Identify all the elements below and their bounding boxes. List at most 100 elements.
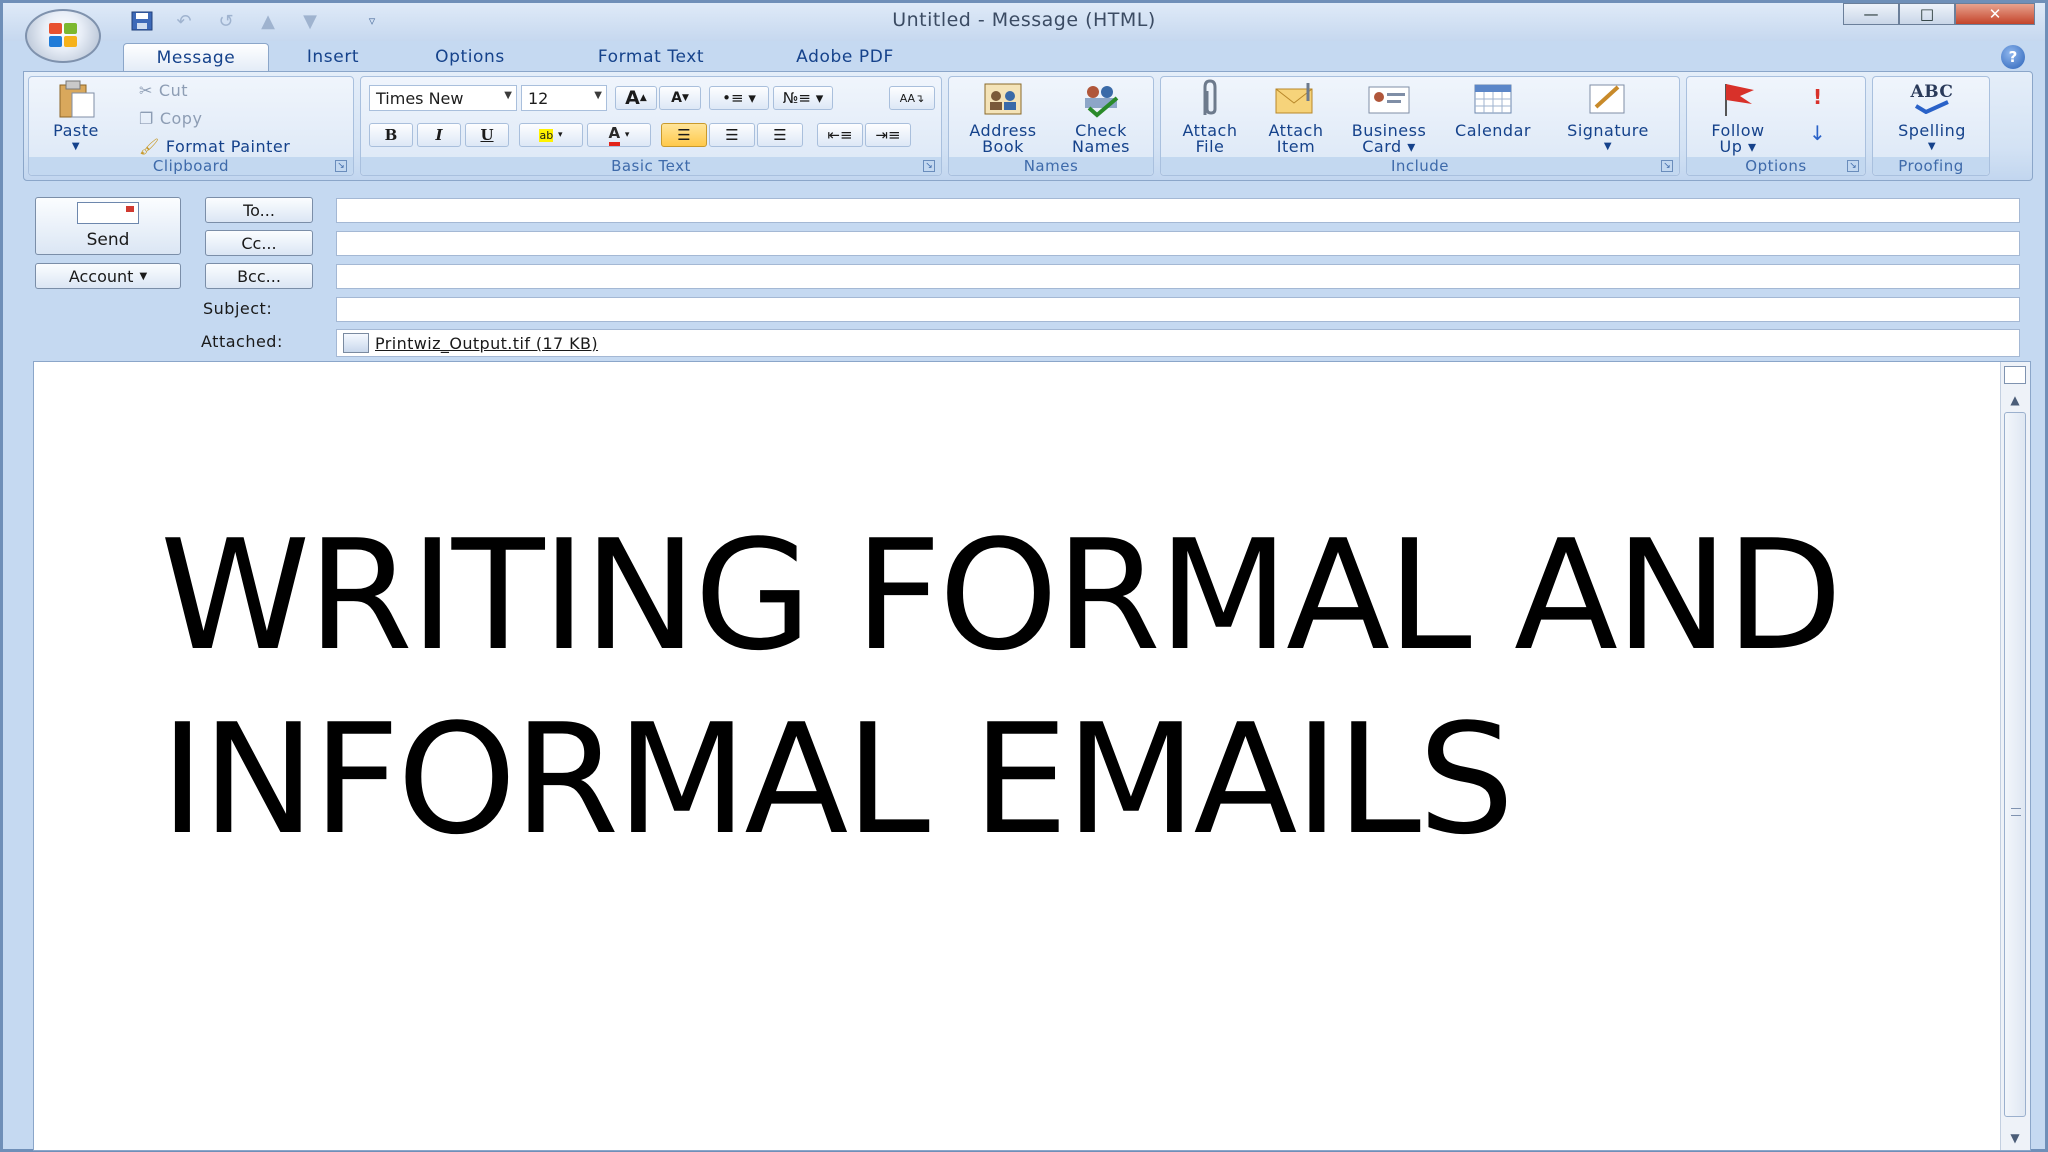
view-ruler-icon[interactable] (2004, 366, 2026, 384)
styles-button[interactable]: AA↴ (889, 86, 935, 110)
font-color-button[interactable]: A ▾ (587, 123, 651, 147)
calendar-button[interactable]: Calendar (1445, 79, 1541, 139)
tab-format-text[interactable]: Format Text (569, 43, 733, 71)
font-name-value: Times New (376, 88, 464, 108)
tab-options[interactable]: Options (409, 43, 531, 71)
paste-button[interactable]: Paste ▼ (41, 79, 111, 155)
copy-label: Copy (159, 109, 203, 128)
align-left-button[interactable]: ☰ (661, 123, 707, 147)
spelling-dropdown-arrow[interactable]: ▼ (1928, 139, 1936, 155)
align-left-icon: ☰ (677, 126, 691, 144)
headline-line-2: INFORMAL EMAILS (160, 691, 1514, 868)
help-icon[interactable]: ? (2001, 45, 2025, 69)
paintbrush-icon: 🖌 (139, 137, 160, 156)
bcc-button[interactable]: Bcc... (205, 263, 313, 289)
names-group: Address Book Check Names Names (948, 76, 1154, 176)
cut-button[interactable]: ✂ Cut (139, 81, 188, 100)
high-importance-button[interactable]: ! (1813, 85, 1823, 109)
window-title: Untitled - Message (HTML) (892, 9, 1156, 31)
tab-insert[interactable]: Insert (285, 43, 381, 71)
attachment-link[interactable]: Printwiz_Output.tif (17 KB) (375, 334, 598, 353)
basic-text-dialog-launcher-icon[interactable]: ↘ (923, 160, 935, 172)
tab-adobe-pdf[interactable]: Adobe PDF (763, 43, 927, 71)
decrease-indent-button[interactable]: ⇤≡ (817, 123, 863, 147)
increase-indent-button[interactable]: ⇥≡ (865, 123, 911, 147)
basic-text-group-label: Basic Text (361, 157, 941, 175)
options-dialog-launcher-icon[interactable]: ↘ (1847, 160, 1859, 172)
cc-field[interactable] (336, 231, 2020, 256)
business-card-button[interactable]: Business Card ▾ (1341, 79, 1437, 155)
to-field[interactable] (336, 198, 2020, 223)
tif-file-icon (343, 333, 369, 353)
bold-button[interactable]: B (369, 123, 413, 147)
paste-dropdown-arrow[interactable]: ▼ (72, 139, 80, 155)
subject-field[interactable] (336, 297, 2020, 322)
account-button[interactable]: Account ▼ (35, 263, 181, 289)
attachment-field: Printwiz_Output.tif (17 KB) (336, 329, 2020, 357)
clipboard-dialog-launcher-icon[interactable]: ↘ (335, 160, 347, 172)
italic-button[interactable]: I (417, 123, 461, 147)
send-button[interactable]: Send (35, 197, 181, 255)
names-group-label: Names (949, 157, 1153, 175)
font-size-combo[interactable]: 12 ▼ (521, 85, 607, 111)
grow-font-button[interactable]: A ▲ (615, 86, 657, 110)
numbering-button[interactable]: №≡ ▾ (773, 86, 833, 110)
signature-button[interactable]: Signature ▼ (1553, 79, 1663, 155)
paperclip-icon (1188, 79, 1232, 119)
copy-button[interactable]: ❐ Copy (139, 109, 202, 128)
styles-icon: AA↴ (899, 91, 925, 105)
maximize-button[interactable]: □ (1899, 3, 1955, 25)
include-dialog-launcher-icon[interactable]: ↘ (1661, 160, 1673, 172)
office-logo-icon (49, 23, 79, 49)
font-name-combo[interactable]: Times New ▼ (369, 85, 517, 111)
signature-dropdown-arrow[interactable]: ▼ (1604, 139, 1612, 155)
bcc-field[interactable] (336, 264, 2020, 289)
align-right-button[interactable]: ☰ (757, 123, 803, 147)
calendar-icon (1471, 79, 1515, 119)
include-group: Attach File Attach Item Business Card ▾ (1160, 76, 1680, 176)
format-painter-label: Format Painter (165, 137, 291, 156)
grow-font-icon: A (625, 87, 640, 109)
proofing-group: ABC Spelling ▼ Proofing (1872, 76, 1990, 176)
copy-icon: ❐ (139, 109, 154, 128)
scrollbar-thumb[interactable] (2004, 412, 2026, 1117)
shrink-font-icon: A (671, 90, 682, 106)
address-book-button[interactable]: Address Book (955, 79, 1051, 155)
options-group: Follow Up ▾ ! ↓ Options ↘ (1686, 76, 1866, 176)
scroll-down-icon[interactable]: ▼ (2003, 1128, 2027, 1148)
minimize-button[interactable]: — (1843, 3, 1899, 25)
align-center-button[interactable]: ☰ (709, 123, 755, 147)
check-names-button[interactable]: Check Names (1053, 79, 1149, 155)
send-envelope-icon (77, 202, 139, 224)
clipboard-group: Paste ▼ ✂ Cut ❐ Copy 🖌 Format Painter Cl… (28, 76, 354, 176)
font-color-icon: A (608, 124, 621, 146)
window-controls: — □ ✕ (1843, 3, 2035, 25)
bullets-button[interactable]: •≡ ▾ (709, 86, 769, 110)
cc-button[interactable]: Cc... (205, 230, 313, 256)
ribbon: Paste ▼ ✂ Cut ❐ Copy 🖌 Format Painter Cl… (23, 71, 2033, 181)
options-group-label: Options (1687, 157, 1865, 175)
close-button[interactable]: ✕ (1955, 3, 2035, 25)
follow-up-button[interactable]: Follow Up ▾ (1693, 79, 1783, 155)
low-importance-icon: ↓ (1809, 121, 1827, 145)
scroll-up-icon[interactable]: ▲ (2003, 390, 2027, 410)
highlight-button[interactable]: ab ▾ (519, 123, 583, 147)
office-button[interactable] (25, 9, 101, 63)
attach-item-button[interactable]: Attach Item (1253, 79, 1339, 155)
subject-label: Subject: (203, 299, 273, 318)
outlook-message-window: ↶ ↺ ▲ ▼ ▿ Untitled - Message (HTML) — □ … (0, 0, 2048, 1152)
ribbon-tabs: Message Insert Options Format Text Adobe… (23, 41, 2033, 71)
attach-file-button[interactable]: Attach File (1167, 79, 1253, 155)
to-button[interactable]: To... (205, 197, 313, 223)
format-painter-button[interactable]: 🖌 Format Painter (139, 137, 290, 156)
tab-message[interactable]: Message (123, 43, 269, 71)
body-headline: WRITING FORMAL AND INFORMAL EMAILS (160, 504, 1843, 872)
shrink-font-button[interactable]: A ▼ (659, 86, 701, 110)
low-importance-button[interactable]: ↓ (1809, 121, 1826, 145)
include-group-label: Include (1161, 157, 1679, 175)
spelling-button[interactable]: ABC Spelling ▼ (1877, 79, 1987, 155)
message-body[interactable]: WRITING FORMAL AND INFORMAL EMAILS ▲ ▼ (33, 361, 2031, 1151)
underline-button[interactable]: U (465, 123, 509, 147)
vertical-scrollbar[interactable]: ▲ ▼ (2000, 362, 2030, 1150)
attach-file-label-2: File (1195, 137, 1225, 156)
